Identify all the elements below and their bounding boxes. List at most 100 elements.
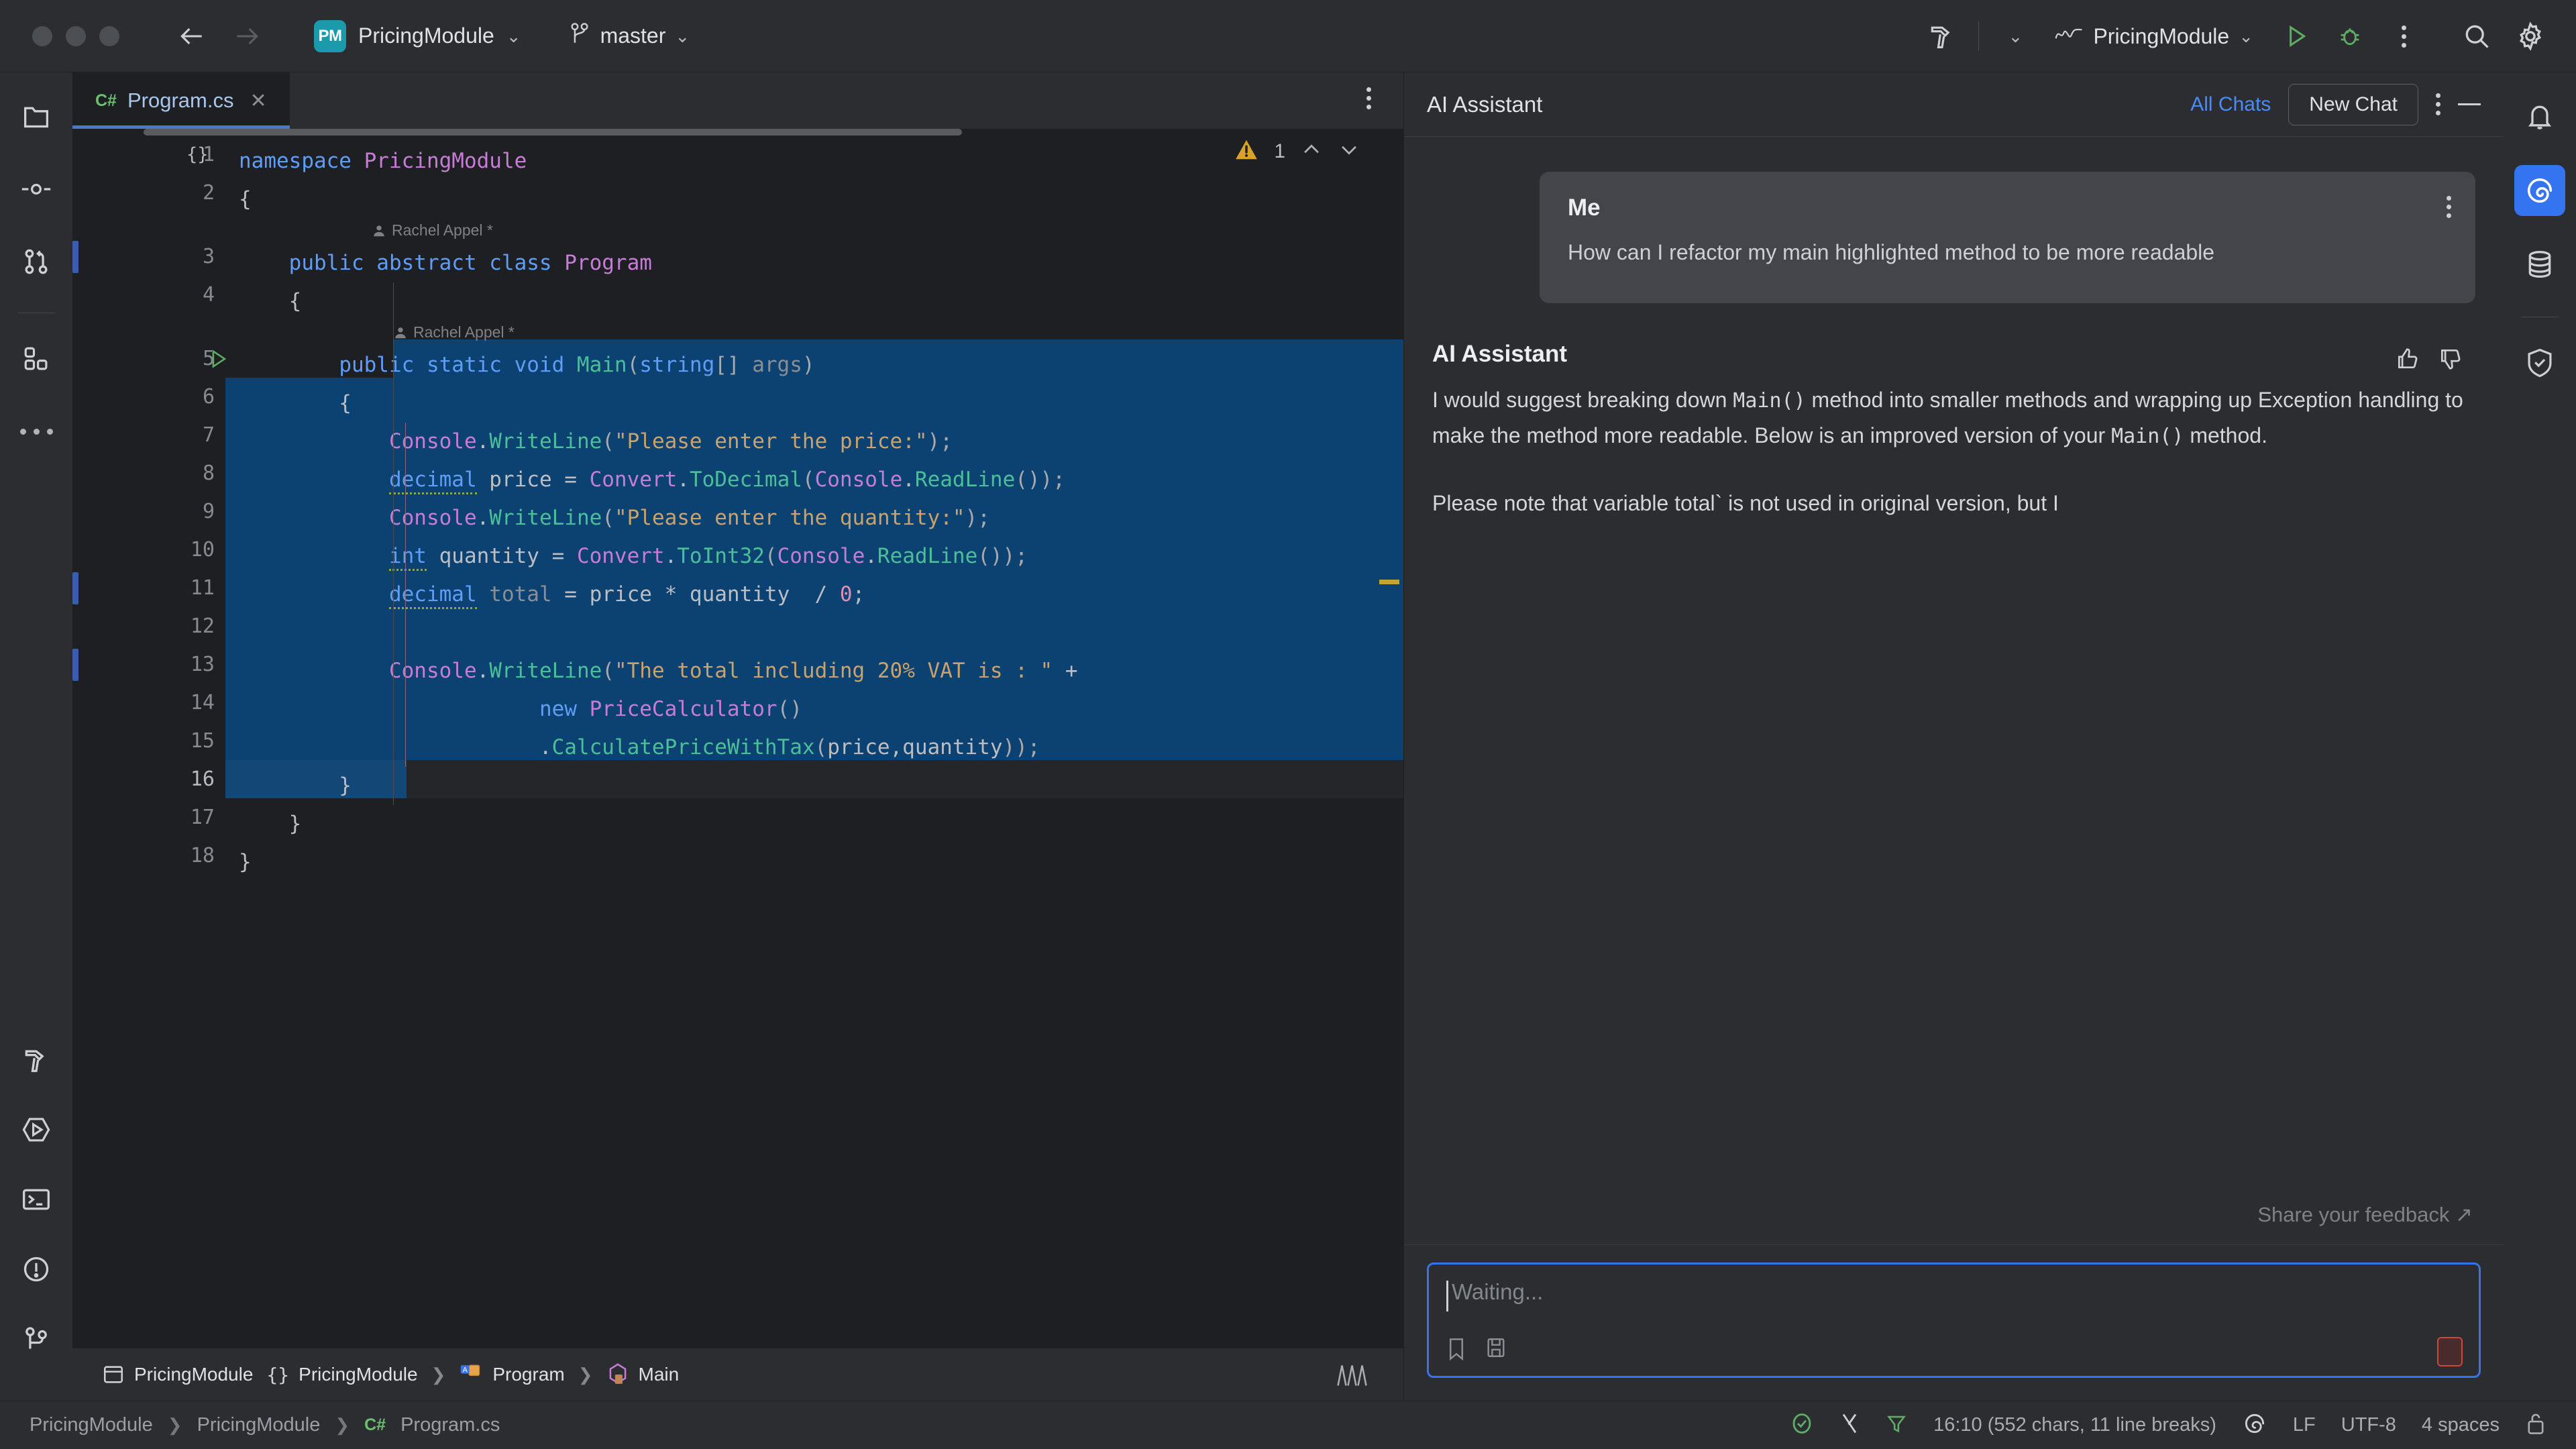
line-separator[interactable]: LF <box>2293 1414 2316 1436</box>
close-window-button[interactable] <box>32 26 52 46</box>
minimize-icon[interactable] <box>2458 103 2481 105</box>
status-breadcrumb-2[interactable]: Program.cs <box>400 1414 500 1436</box>
pull-requests-icon[interactable] <box>11 236 62 287</box>
indent[interactable]: 4 spaces <box>2422 1414 2500 1436</box>
share-feedback-link[interactable]: Share your feedback ↗ <box>1404 1203 2504 1244</box>
code-line[interactable]: { <box>225 384 352 423</box>
minimize-window-button[interactable] <box>66 26 86 46</box>
stop-icon[interactable] <box>2437 1337 2463 1366</box>
code-line[interactable]: } <box>225 805 301 843</box>
code-line[interactable]: .CalculatePriceWithTax(price,quantity)); <box>225 729 1040 767</box>
run-configuration-widget[interactable]: PricingModule ⌄ <box>2043 12 2264 60</box>
code-line[interactable]: { <box>225 180 252 219</box>
commit-icon[interactable] <box>11 164 62 215</box>
attach-context-icon[interactable] <box>1445 1336 1468 1365</box>
ide-body: C# Program.cs ✕ 1 <box>0 72 2576 1401</box>
database-icon[interactable] <box>2514 239 2565 290</box>
editor-gutter[interactable]: 123456789101112131415161718 {} <box>72 129 225 1348</box>
new-chat-button[interactable]: New Chat <box>2288 84 2418 125</box>
inlay-hints-icon[interactable] <box>1335 1348 1371 1401</box>
save-icon[interactable] <box>1485 1336 1507 1365</box>
code-token: } <box>239 850 252 874</box>
ai-status-icon[interactable] <box>2242 1411 2267 1440</box>
code-line[interactable]: decimal total = price * quantity / 0; <box>225 576 865 614</box>
problems-icon[interactable] <box>11 1244 62 1295</box>
chevron-down-icon[interactable] <box>1338 138 1360 164</box>
code-line[interactable]: Console.WriteLine("The total including 2… <box>225 652 1078 690</box>
caret-position[interactable]: 16:10 (552 chars, 11 line breaks) <box>1933 1414 2216 1436</box>
warning-stripe-marker[interactable] <box>1379 580 1399 584</box>
search-icon[interactable] <box>2451 11 2502 62</box>
code-line[interactable]: } <box>225 843 252 881</box>
code-editor[interactable]: 1 123456789101112131415161718 {} namespa… <box>72 129 1403 1348</box>
filter-icon[interactable] <box>1885 1411 1908 1439</box>
security-icon[interactable] <box>2514 337 2565 388</box>
editor-tab-program-cs[interactable]: C# Program.cs ✕ <box>72 72 290 129</box>
encoding[interactable]: UTF-8 <box>2341 1414 2396 1436</box>
back-icon[interactable] <box>168 12 216 60</box>
build-icon[interactable] <box>11 1034 62 1085</box>
ai-prompt-input[interactable]: Waiting... <box>1427 1263 2481 1378</box>
hammer-icon[interactable] <box>1917 11 1968 62</box>
code-line[interactable]: decimal price = Convert.ToDecimal(Consol… <box>225 461 1065 499</box>
code-vision-icon[interactable] <box>1839 1411 1860 1439</box>
chevron-up-icon[interactable] <box>1300 138 1323 164</box>
more-vertical-icon[interactable] <box>1366 87 1371 109</box>
code-line[interactable]: namespace PricingModule <box>225 142 527 180</box>
project-icon[interactable] <box>11 91 62 142</box>
close-icon[interactable]: ✕ <box>250 89 266 113</box>
thumbs-up-icon[interactable] <box>2395 346 2420 375</box>
code-line[interactable]: public abstract class Program <box>225 244 652 282</box>
para1-part-c: method. <box>2184 423 2267 447</box>
notifications-icon[interactable] <box>2514 91 2565 142</box>
branch-widget[interactable]: master ⌄ <box>559 12 700 60</box>
status-breadcrumb-1[interactable]: PricingModule <box>197 1414 321 1436</box>
code-line[interactable]: } <box>225 767 352 805</box>
code-line[interactable]: public static void Main(string[] args) <box>225 346 815 384</box>
more-vertical-icon[interactable] <box>2378 11 2429 62</box>
gear-icon[interactable] <box>2505 11 2556 62</box>
project-widget[interactable]: PM PricingModule ⌄ <box>305 12 531 60</box>
blame-annotation[interactable]: Rachel Appel * <box>393 323 515 341</box>
read-only-toggle-icon[interactable] <box>2525 1411 2546 1440</box>
ai-assistant-icon[interactable] <box>2514 165 2565 216</box>
more-tool-windows-icon[interactable] <box>20 406 53 457</box>
breadcrumb-item-method[interactable]: Main <box>606 1362 680 1387</box>
vcs-change-marker[interactable] <box>72 241 78 273</box>
status-breadcrumb-0[interactable]: PricingModule <box>30 1414 153 1436</box>
code-line[interactable]: { <box>225 282 301 321</box>
zoom-window-button[interactable] <box>99 26 119 46</box>
debug-icon[interactable] <box>2324 11 2375 62</box>
code-line[interactable]: new PriceCalculator() <box>225 690 802 729</box>
blame-annotation[interactable]: Rachel Appel * <box>372 221 493 239</box>
code-line[interactable]: int quantity = Convert.ToInt32(Console.R… <box>225 537 1028 576</box>
more-vertical-icon[interactable] <box>2436 93 2440 115</box>
code-content[interactable]: namespace PricingModule{Rachel Appel * p… <box>225 129 1403 902</box>
assistant-paragraph-2: Please note that variable total` is not … <box>1432 486 2475 521</box>
terminal-icon[interactable] <box>11 1174 62 1225</box>
blame-author: Rachel Appel * <box>413 323 515 341</box>
plugins-icon[interactable] <box>11 333 62 384</box>
vcs-change-marker[interactable] <box>72 649 78 681</box>
all-chats-link[interactable]: All Chats <box>2190 93 2271 116</box>
inspections-ok-icon[interactable] <box>1790 1411 1814 1439</box>
code-line[interactable]: Console.WriteLine("Please enter the quan… <box>225 499 990 537</box>
code-line[interactable] <box>225 614 239 652</box>
more-vertical-icon[interactable] <box>2447 196 2451 218</box>
breadcrumb-item-class[interactable]: A Program <box>459 1363 564 1386</box>
run-tool-icon[interactable] <box>11 1104 62 1155</box>
run-icon[interactable] <box>2271 11 2322 62</box>
code-token: quantity = <box>427 544 577 568</box>
code-token: . <box>665 544 678 568</box>
window-traffic-lights[interactable] <box>0 26 119 46</box>
inspection-widget[interactable]: 1 <box>1234 137 1360 166</box>
thumbs-down-icon[interactable] <box>2438 346 2463 375</box>
forward-icon[interactable] <box>223 12 271 60</box>
breadcrumb-item-namespace[interactable]: {} PricingModule <box>266 1364 417 1386</box>
chevron-down-icon[interactable]: ⌄ <box>1990 11 2041 62</box>
version-control-icon[interactable] <box>11 1313 62 1364</box>
vcs-change-marker[interactable] <box>72 572 78 604</box>
breadcrumb-item-module[interactable]: PricingModule <box>102 1363 253 1386</box>
code-line[interactable]: Console.WriteLine("Please enter the pric… <box>225 423 953 461</box>
fold-marker-icon[interactable]: {} <box>186 136 209 174</box>
